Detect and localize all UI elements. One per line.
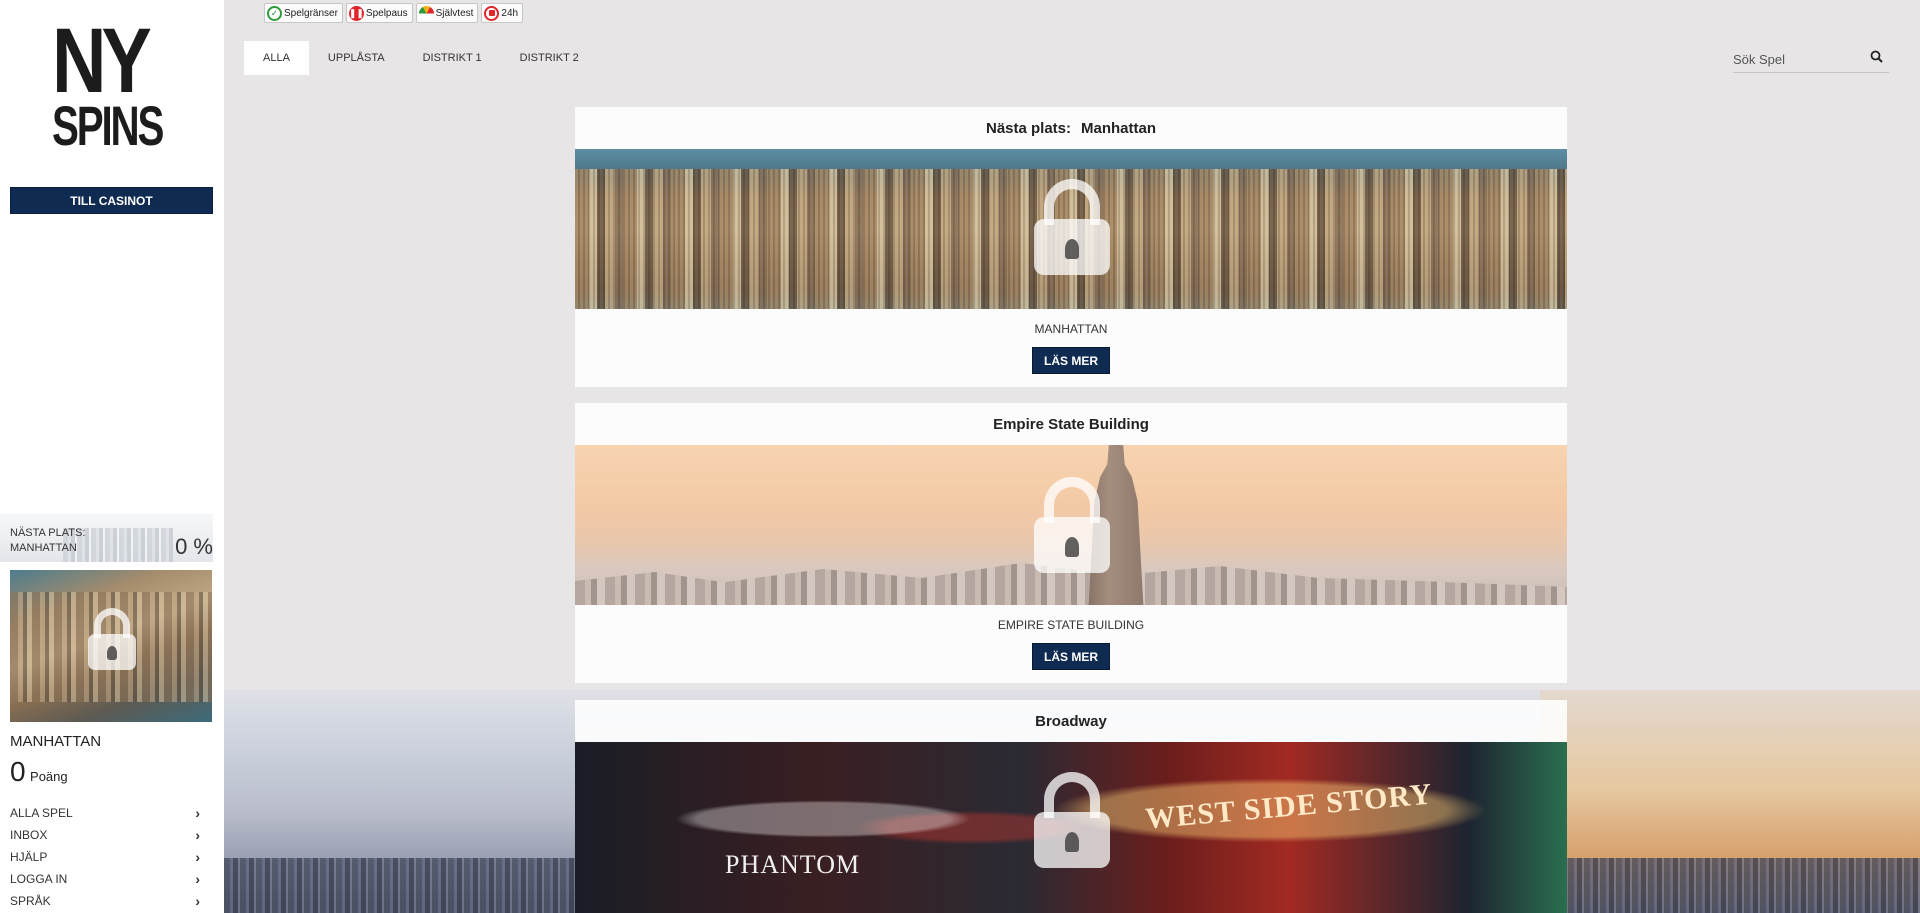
manhattan-image[interactable] [575,149,1567,309]
las-mer-button[interactable]: LÄS MER [1032,347,1110,374]
progress-percent: 0 % [175,534,213,559]
card-header-title: Empire State Building [993,415,1149,433]
gauge-icon [418,5,434,21]
menu-item-logga-in[interactable]: LOGGA IN › [10,868,200,890]
search-input[interactable] [1733,51,1853,67]
card-header: Broadway [575,700,1567,742]
category-tabs: ALLA UPPLÅSTA DISTRIKT 1 DISTRIKT 2 [244,41,598,75]
sidebar: NY SPINS TILL CASINOT NÄSTA PLATS: MANHA… [0,0,224,913]
sidebar-menu: ALLA SPEL › INBOX › HJÄLP › LOGGA IN › S… [10,802,200,912]
card-header-title: Manhattan [1081,119,1157,137]
24h-button[interactable]: 24h [481,3,524,23]
card-header-title: Broadway [1035,712,1107,730]
tab-alla[interactable]: ALLA [244,41,309,75]
rg-label: 24h [501,7,519,19]
spelpaus-button[interactable]: ❚❚ Spelpaus [345,3,413,23]
ny-spins-logo[interactable]: NY SPINS [52,10,168,168]
spelgranser-button[interactable]: ✓ Spelgränser [264,3,343,23]
menu-item-inbox[interactable]: INBOX › [10,824,200,846]
stop-icon [484,5,500,21]
location-card-empire-state: Empire State Building EMPIRE STATE BUILD… [575,403,1567,683]
location-card-broadway: Broadway PHANTOM WEST SIDE STORY [575,700,1567,913]
responsible-gaming-bar: ✓ Spelgränser ❚❚ Spelpaus Självtest 24h [264,3,524,23]
current-location-image[interactable] [10,570,212,722]
chevron-right-icon: › [195,871,200,887]
rg-label: Spelgränser [284,7,338,19]
tab-upplasta[interactable]: UPPLÅSTA [309,41,404,75]
points-display: 0 Poäng [10,756,68,788]
lock-icon [1034,179,1110,275]
broadway-image[interactable]: PHANTOM WEST SIDE STORY [575,742,1567,913]
menu-item-hjalp[interactable]: HJÄLP › [10,846,200,868]
search-box [1733,46,1889,73]
till-casinot-button[interactable]: TILL CASINOT [10,187,213,214]
chevron-right-icon: › [195,893,200,909]
card-caption: EMPIRE STATE BUILDING [997,618,1145,632]
tab-distrikt-2[interactable]: DISTRIKT 2 [501,41,598,75]
rg-label: Spelpaus [365,7,408,19]
sjalvtest-button[interactable]: Självtest [415,3,479,23]
card-header: Nästa plats: Manhattan [575,107,1567,149]
lock-icon [88,608,136,670]
location-card-manhattan: Nästa plats: Manhattan MANHATTAN LÄS MER [575,107,1567,387]
chevron-right-icon: › [195,805,200,821]
rg-label: Självtest [435,7,474,19]
menu-item-label: HJÄLP [10,850,48,864]
card-caption: MANHATTAN [1034,322,1108,336]
chevron-right-icon: › [195,849,200,865]
pause-icon: ❚❚ [349,5,364,21]
points-label: Poäng [30,769,68,784]
logo-spins-text: SPINS [52,94,164,157]
next-place-name: MANHATTAN [10,542,77,554]
menu-item-label: SPRÅK [10,894,51,908]
next-place-progress: NÄSTA PLATS: MANHATTAN 0 % [0,514,213,562]
empire-state-image[interactable] [575,445,1567,605]
points-value: 0 [10,756,26,787]
menu-item-label: ALLA SPEL [10,806,73,820]
menu-item-sprak[interactable]: SPRÅK › [10,890,200,912]
next-place-prefix: NÄSTA PLATS: [10,527,86,539]
tab-distrikt-1[interactable]: DISTRIKT 1 [404,41,501,75]
search-icon[interactable] [1870,50,1883,68]
menu-item-alla-spel[interactable]: ALLA SPEL › [10,802,200,824]
card-header: Empire State Building [575,403,1567,445]
menu-item-label: INBOX [10,828,48,842]
next-place-label: NÄSTA PLATS: MANHATTAN [10,526,85,556]
logo-ny-text: NY [52,10,152,112]
phantom-sign: PHANTOM [725,850,861,879]
lock-icon [1034,772,1110,868]
current-location-title: MANHATTAN [10,733,102,750]
limits-icon: ✓ [267,5,282,21]
lock-icon [1034,477,1110,573]
chevron-right-icon: › [195,827,200,843]
card-header-prefix: Nästa plats: [985,119,1072,137]
las-mer-button[interactable]: LÄS MER [1032,643,1110,670]
menu-item-label: LOGGA IN [10,872,68,886]
